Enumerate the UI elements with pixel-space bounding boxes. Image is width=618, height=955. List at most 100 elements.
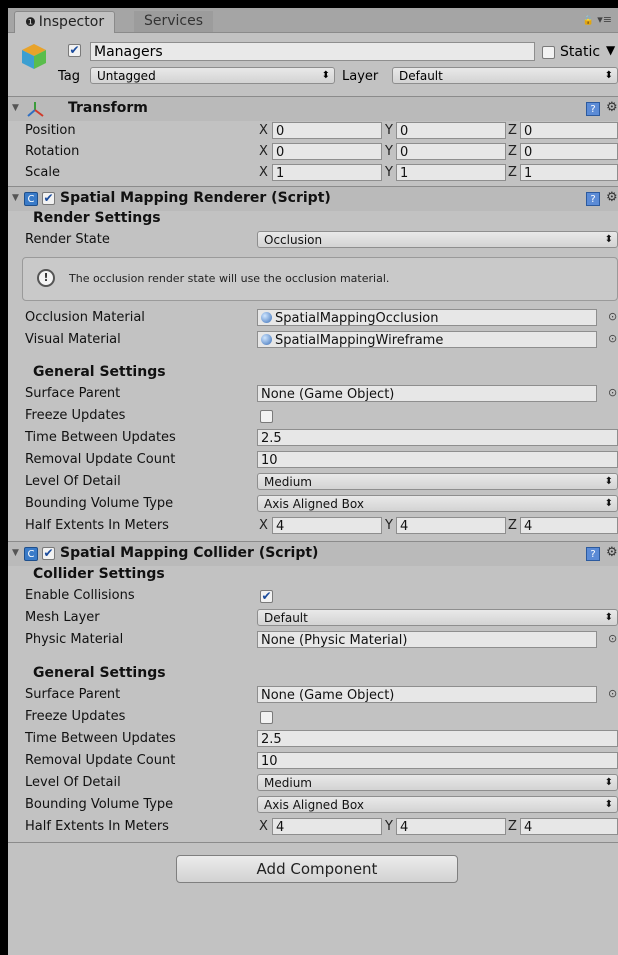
mesh-layer-value: Default	[264, 611, 308, 625]
collider-lod-row: Level Of Detail Medium ⬍	[8, 773, 618, 794]
collider-component-header[interactable]: ▼ C ✔ Spatial Mapping Collider (Script) …	[8, 541, 618, 566]
visual-material-value: SpatialMappingWireframe	[275, 333, 444, 348]
menu-icon[interactable]: ▾≡	[597, 13, 612, 26]
occlusion-material-value: SpatialMappingOcclusion	[275, 311, 439, 326]
foldout-arrow-icon[interactable]: ▼	[12, 548, 19, 558]
object-picker-icon[interactable]: ⊙	[608, 332, 617, 345]
collider-removal-count-label: Removal Update Count	[25, 753, 176, 768]
collider-freeze-updates-checkbox[interactable]	[260, 711, 273, 724]
layer-dropdown[interactable]: Default ⬍	[392, 67, 618, 84]
info-icon: !	[37, 269, 55, 287]
add-component-button[interactable]: Add Component	[176, 855, 458, 883]
tab-bar: ❶ Inspector Services 🔒 ▾≡	[8, 8, 618, 33]
collider-half-extents-y-field[interactable]: 4	[396, 818, 506, 835]
half-extents-y-field[interactable]: 4	[396, 517, 506, 534]
collider-time-between-field[interactable]: 2.5	[257, 730, 618, 747]
half-extents-x-field[interactable]: 4	[272, 517, 382, 534]
time-between-field[interactable]: 2.5	[257, 429, 618, 446]
y-axis-label[interactable]: Y	[385, 518, 393, 533]
scale-y-field[interactable]: 1	[396, 164, 506, 181]
x-axis-label[interactable]: X	[259, 518, 268, 533]
y-axis-label[interactable]: Y	[385, 165, 393, 180]
object-name-field[interactable]: Managers	[90, 42, 535, 61]
transform-header[interactable]: ▼ Transform ? ⚙	[8, 96, 618, 121]
render-state-dropdown[interactable]: Occlusion ⬍	[257, 231, 618, 248]
info-icon: ❶	[25, 15, 36, 29]
z-axis-label[interactable]: Z	[508, 144, 517, 159]
surface-parent-field[interactable]: None (Game Object)	[257, 385, 597, 402]
x-axis-label[interactable]: X	[259, 165, 268, 180]
x-axis-label[interactable]: X	[259, 819, 268, 834]
object-header: ✔ Managers Static ▼ Tag Untagged ⬍ Layer …	[8, 34, 618, 96]
position-z-field[interactable]: 0	[520, 122, 618, 139]
lod-dropdown[interactable]: Medium ⬍	[257, 473, 618, 490]
bvt-dropdown[interactable]: Axis Aligned Box ⬍	[257, 495, 618, 512]
x-axis-label[interactable]: X	[259, 144, 268, 159]
mesh-layer-dropdown[interactable]: Default ⬍	[257, 609, 618, 626]
collider-surface-parent-field[interactable]: None (Game Object)	[257, 686, 597, 703]
surface-parent-label: Surface Parent	[25, 386, 121, 401]
foldout-arrow-icon[interactable]: ▼	[12, 193, 19, 203]
z-axis-label[interactable]: Z	[508, 165, 517, 180]
collider-removal-count-field[interactable]: 10	[257, 752, 618, 769]
tab-inspector[interactable]: ❶ Inspector	[14, 11, 116, 33]
foldout-arrow-icon[interactable]: ▼	[12, 103, 19, 113]
half-extents-z-field[interactable]: 4	[520, 517, 618, 534]
z-axis-label[interactable]: Z	[508, 819, 517, 834]
object-picker-icon[interactable]: ⊙	[608, 386, 617, 399]
x-axis-label[interactable]: X	[259, 123, 268, 138]
collider-enabled-checkbox[interactable]: ✔	[42, 547, 55, 560]
position-x-field[interactable]: 0	[272, 122, 382, 139]
object-picker-icon[interactable]: ⊙	[608, 310, 617, 323]
collider-bvt-dropdown[interactable]: Axis Aligned Box ⬍	[257, 796, 618, 813]
position-y-field[interactable]: 0	[396, 122, 506, 139]
visual-material-field[interactable]: SpatialMappingWireframe	[257, 331, 597, 348]
y-axis-label[interactable]: Y	[385, 123, 393, 138]
y-axis-label[interactable]: Y	[385, 144, 393, 159]
transform-title: Transform	[68, 100, 148, 116]
rotation-z-field[interactable]: 0	[520, 143, 618, 160]
active-checkbox[interactable]: ✔	[68, 44, 81, 57]
y-axis-label[interactable]: Y	[385, 819, 393, 834]
gear-icon[interactable]: ⚙	[606, 100, 618, 115]
rotation-x-field[interactable]: 0	[272, 143, 382, 160]
bvt-label: Bounding Volume Type	[25, 496, 174, 511]
help-icon[interactable]: ?	[586, 192, 600, 206]
collider-bvt-label: Bounding Volume Type	[25, 797, 174, 812]
object-picker-icon[interactable]: ⊙	[608, 632, 617, 645]
occlusion-material-field[interactable]: SpatialMappingOcclusion	[257, 309, 597, 326]
scale-x-field[interactable]: 1	[272, 164, 382, 181]
rotation-y-field[interactable]: 0	[396, 143, 506, 160]
static-checkbox[interactable]	[542, 46, 555, 59]
z-axis-label[interactable]: Z	[508, 123, 517, 138]
scale-z-field[interactable]: 1	[520, 164, 618, 181]
tag-dropdown[interactable]: Untagged ⬍	[90, 67, 335, 84]
material-icon	[261, 334, 272, 345]
collider-removal-count-row: Removal Update Count 10	[8, 751, 618, 772]
help-icon[interactable]: ?	[586, 547, 600, 561]
help-icon[interactable]: ?	[586, 102, 600, 116]
physic-material-field[interactable]: None (Physic Material)	[257, 631, 597, 648]
removal-count-field[interactable]: 10	[257, 451, 618, 468]
gear-icon[interactable]: ⚙	[606, 545, 618, 560]
collider-half-extents-x-field[interactable]: 4	[272, 818, 382, 835]
enable-collisions-checkbox[interactable]: ✔	[260, 590, 273, 603]
half-extents-row: Half Extents In Meters X 4 Y 4 Z 4	[8, 516, 618, 537]
collider-general-settings-heading: General Settings	[8, 663, 618, 684]
tab-services[interactable]: Services	[134, 11, 214, 32]
collider-bvt-row: Bounding Volume Type Axis Aligned Box ⬍	[8, 795, 618, 816]
lod-row: Level Of Detail Medium ⬍	[8, 472, 618, 493]
renderer-title: Spatial Mapping Renderer (Script)	[60, 190, 331, 206]
freeze-updates-checkbox[interactable]	[260, 410, 273, 423]
z-axis-label[interactable]: Z	[508, 518, 517, 533]
bvt-value: Axis Aligned Box	[264, 497, 364, 511]
lock-icon[interactable]: 🔒	[583, 16, 594, 26]
collider-half-extents-z-field[interactable]: 4	[520, 818, 618, 835]
static-dropdown-icon[interactable]: ▼	[606, 43, 615, 57]
renderer-enabled-checkbox[interactable]: ✔	[42, 192, 55, 205]
occlusion-material-label: Occlusion Material	[25, 310, 145, 325]
gear-icon[interactable]: ⚙	[606, 190, 618, 205]
collider-lod-dropdown[interactable]: Medium ⬍	[257, 774, 618, 791]
object-picker-icon[interactable]: ⊙	[608, 687, 617, 700]
lod-value: Medium	[264, 475, 312, 489]
